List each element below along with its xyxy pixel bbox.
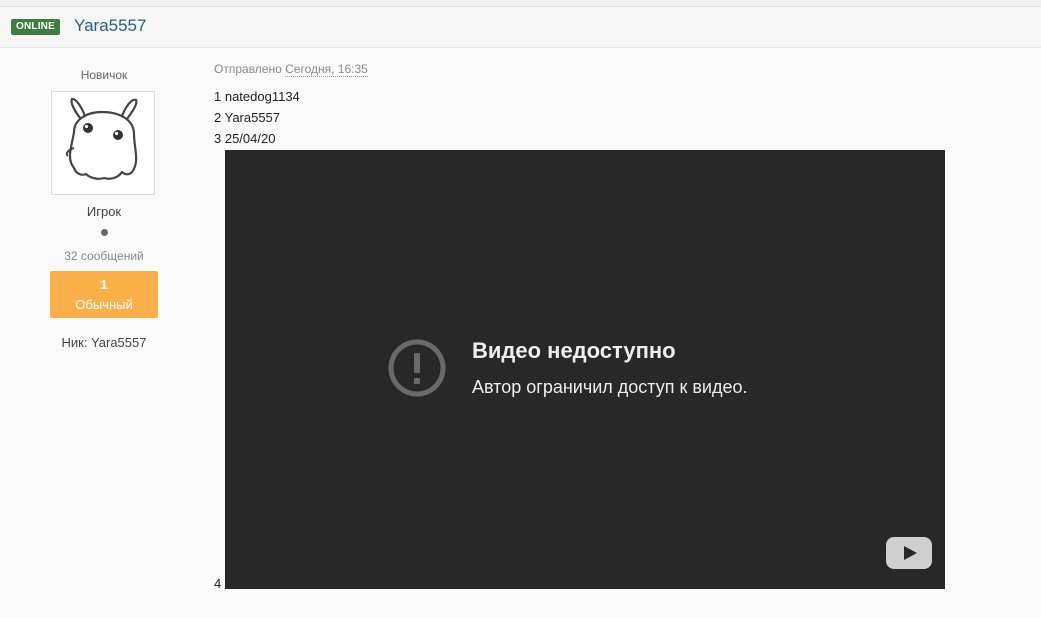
post-line-1: 1 natedog1134 [214,89,300,104]
post-line-2: 2 Yara5557 [214,110,281,125]
bunny-avatar-icon [65,97,138,180]
online-status-badge: ONLINE [11,19,60,35]
rank-pip-icon [101,229,108,236]
reputation-value: 1 [100,277,108,292]
rank-title: Новичок [80,68,128,82]
post-meta: Отправлено Сегодня, 16:35 [214,62,368,77]
post-line-4: 4 [214,576,222,591]
video-unavailable-title: Видео недоступно [472,338,676,363]
post-header: ONLINE Yara5557 [0,7,1041,48]
group-name: Игрок [86,204,122,219]
video-embed[interactable]: Видео недоступно Автор ограничил доступ … [225,150,945,589]
alert-circle-icon [388,339,446,397]
post-time: Сегодня, 16:35 [285,62,368,77]
avatar[interactable] [51,91,155,195]
sent-label: Отправлено [214,62,282,76]
top-border [0,0,1041,7]
youtube-logo-icon[interactable] [886,537,932,569]
nick-field: Ник: Yara5557 [61,335,147,350]
reputation-label: Обычный [75,297,133,312]
video-unavailable-message: Автор ограничил доступ к видео. [472,377,748,397]
author-name-link[interactable]: Yara5557 [74,16,146,36]
post-count: 32 сообщений [64,249,144,263]
post-line-3: 3 25/04/20 [214,131,276,146]
reputation-box: 1 Обычный [50,271,158,318]
